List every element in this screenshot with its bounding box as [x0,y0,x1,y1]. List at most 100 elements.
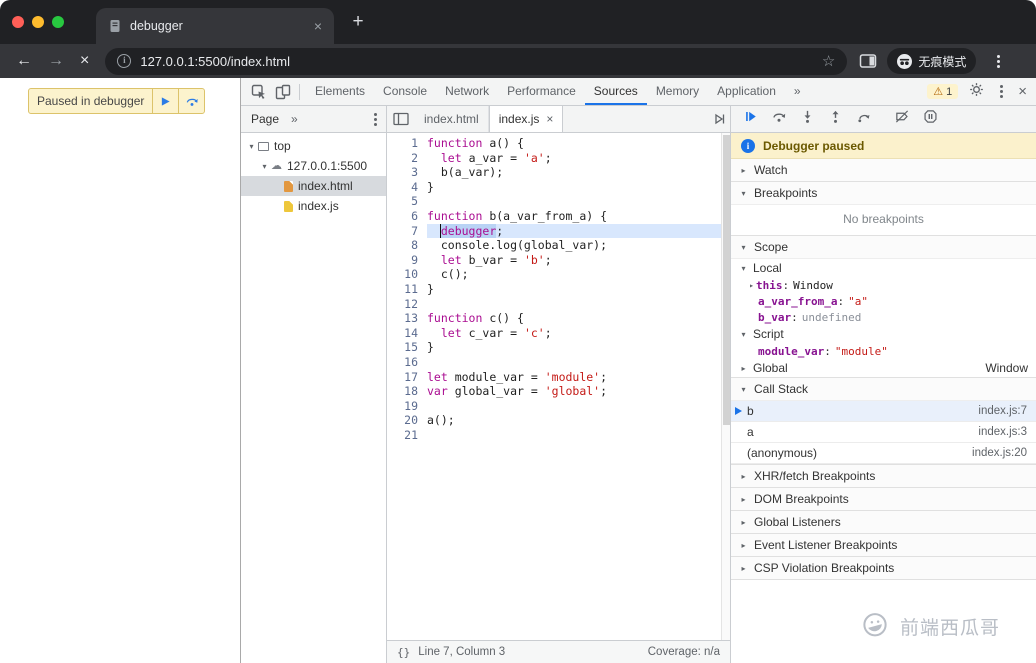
editor-tab-index-js[interactable]: index.js × [488,106,564,132]
breakpoints-section-header[interactable]: ▾ Breakpoints [731,182,1036,204]
tab-close-icon[interactable]: × [314,18,322,34]
devtools-close-icon[interactable]: × [1018,83,1027,100]
scope-variable-module-var[interactable]: module_var: "module" [731,343,1036,359]
code-text[interactable] [427,428,721,443]
devtools-tab-network[interactable]: Network [436,78,498,105]
site-info-icon[interactable]: i [117,54,132,68]
line-number[interactable]: 16 [387,355,427,370]
line-number[interactable]: 19 [387,399,427,414]
line-number[interactable]: 21 [387,428,427,443]
code-text[interactable]: let b_var = 'b'; [427,253,721,268]
section-header-csp-violation-breakpoints[interactable]: ▸ CSP Violation Breakpoints [731,557,1036,579]
bookmark-star-icon[interactable]: ☆ [822,52,835,70]
code-text[interactable]: let a_var = 'a'; [427,151,721,166]
devtools-tab-application[interactable]: Application [708,78,785,105]
zoom-window-button[interactable] [52,16,64,28]
watch-section-header[interactable]: ▸ Watch [731,159,1036,181]
browser-menu-icon[interactable] [990,53,1006,70]
line-number[interactable]: 17 [387,370,427,385]
devtools-tabs-overflow[interactable]: » [785,78,810,105]
scope-variable-b-var[interactable]: b_var: undefined [731,309,1036,325]
line-number[interactable]: 6 [387,209,427,224]
code-text[interactable]: var global_var = 'global'; [427,384,721,399]
code-text[interactable] [427,399,721,414]
navigator-menu-icon[interactable] [368,111,382,128]
devtools-tab-performance[interactable]: Performance [498,78,585,105]
code-text[interactable]: b(a_var); [427,165,721,180]
line-number[interactable]: 20 [387,413,427,428]
line-number[interactable]: 14 [387,326,427,341]
step-out-icon[interactable] [828,109,843,129]
devtools-tab-memory[interactable]: Memory [647,78,708,105]
pause-on-exceptions-icon[interactable] [923,109,938,129]
browser-tab[interactable]: debugger × [96,8,334,44]
code-text[interactable]: function b(a_var_from_a) { [427,209,721,224]
side-panel-icon[interactable] [859,53,877,69]
call-stack-frame-anonymous[interactable]: (anonymous) index.js:20 [731,443,1036,464]
line-number[interactable]: 15 [387,340,427,355]
new-tab-button[interactable]: + [346,10,370,34]
tree-item-index-html[interactable]: index.html [241,176,386,196]
call-stack-frame-b[interactable]: b index.js:7 [731,401,1036,422]
url-bar[interactable]: i 127.0.0.1:5500/index.html ☆ [105,47,848,75]
code-text[interactable]: } [427,340,721,355]
line-number[interactable]: 13 [387,311,427,326]
code-text[interactable]: c(); [427,267,721,282]
issues-warning-badge[interactable]: ⚠ 1 [927,84,959,99]
tree-item-index-js[interactable]: index.js [241,196,386,216]
code-text[interactable]: let c_var = 'c'; [427,326,721,341]
device-toolbar-icon[interactable] [273,82,293,102]
section-header-xhr-fetch-breakpoints[interactable]: ▸ XHR/fetch Breakpoints [731,465,1036,487]
line-number[interactable]: 11 [387,282,427,297]
close-tab-icon[interactable]: × [546,112,553,126]
minimize-window-button[interactable] [32,16,44,28]
line-number[interactable]: 8 [387,238,427,253]
scope-group-script[interactable]: ▾ Script [731,325,1036,343]
editor-overflow-icon[interactable] [712,106,730,132]
call-stack-section-header[interactable]: ▾ Call Stack [731,378,1036,400]
step-into-icon[interactable] [800,109,815,129]
devtools-tab-elements[interactable]: Elements [306,78,374,105]
overlay-step-over-button[interactable] [178,89,204,113]
code-text[interactable]: a(); [427,413,721,428]
devtools-menu-icon[interactable] [995,83,1007,100]
devtools-settings-gear-icon[interactable] [969,82,984,102]
line-number[interactable]: 3 [387,165,427,180]
scope-variable-this[interactable]: ▸ this: Window [731,277,1036,293]
section-header-event-listener-breakpoints[interactable]: ▸ Event Listener Breakpoints [731,534,1036,556]
line-number[interactable]: 5 [387,194,427,209]
code-text[interactable]: let module_var = 'module'; [427,370,721,385]
code-text[interactable]: } [427,180,721,195]
pretty-print-icon[interactable]: {} [397,646,410,659]
code-text[interactable]: debugger; [427,223,721,239]
code-text[interactable]: } [427,282,721,297]
resume-script-icon[interactable] [743,109,758,129]
line-number[interactable]: 18 [387,384,427,399]
code-text[interactable] [427,297,721,312]
code-text[interactable]: function c() { [427,311,721,326]
navigator-tabs-overflow[interactable]: » [291,112,298,126]
line-number[interactable]: 1 [387,136,427,151]
editor-tab-index-html[interactable]: index.html [415,106,489,132]
stop-loading-icon[interactable]: × [80,52,89,70]
scope-variable-a-var-from-a[interactable]: a_var_from_a: "a" [731,293,1036,309]
step-over-icon[interactable] [771,109,787,129]
step-icon[interactable] [856,109,872,129]
line-number[interactable]: 10 [387,267,427,282]
back-icon[interactable]: ← [16,52,32,70]
editor-scrollbar[interactable] [721,133,730,640]
devtools-tab-console[interactable]: Console [374,78,436,105]
tree-item-top[interactable]: ▾ top [241,136,386,156]
line-number[interactable]: 9 [387,253,427,268]
code-text[interactable]: console.log(global_var); [427,238,721,253]
scope-group-local[interactable]: ▾ Local [731,259,1036,277]
code-text[interactable] [427,194,721,209]
section-header-dom-breakpoints[interactable]: ▸ DOM Breakpoints [731,488,1036,510]
line-number[interactable]: 7 [387,224,427,239]
section-header-global-listeners[interactable]: ▸ Global Listeners [731,511,1036,533]
deactivate-breakpoints-icon[interactable] [894,109,910,129]
line-number[interactable]: 4 [387,180,427,195]
forward-icon[interactable]: → [48,52,64,70]
call-stack-frame-a[interactable]: a index.js:3 [731,422,1036,443]
scrollbar-thumb[interactable] [722,135,730,425]
